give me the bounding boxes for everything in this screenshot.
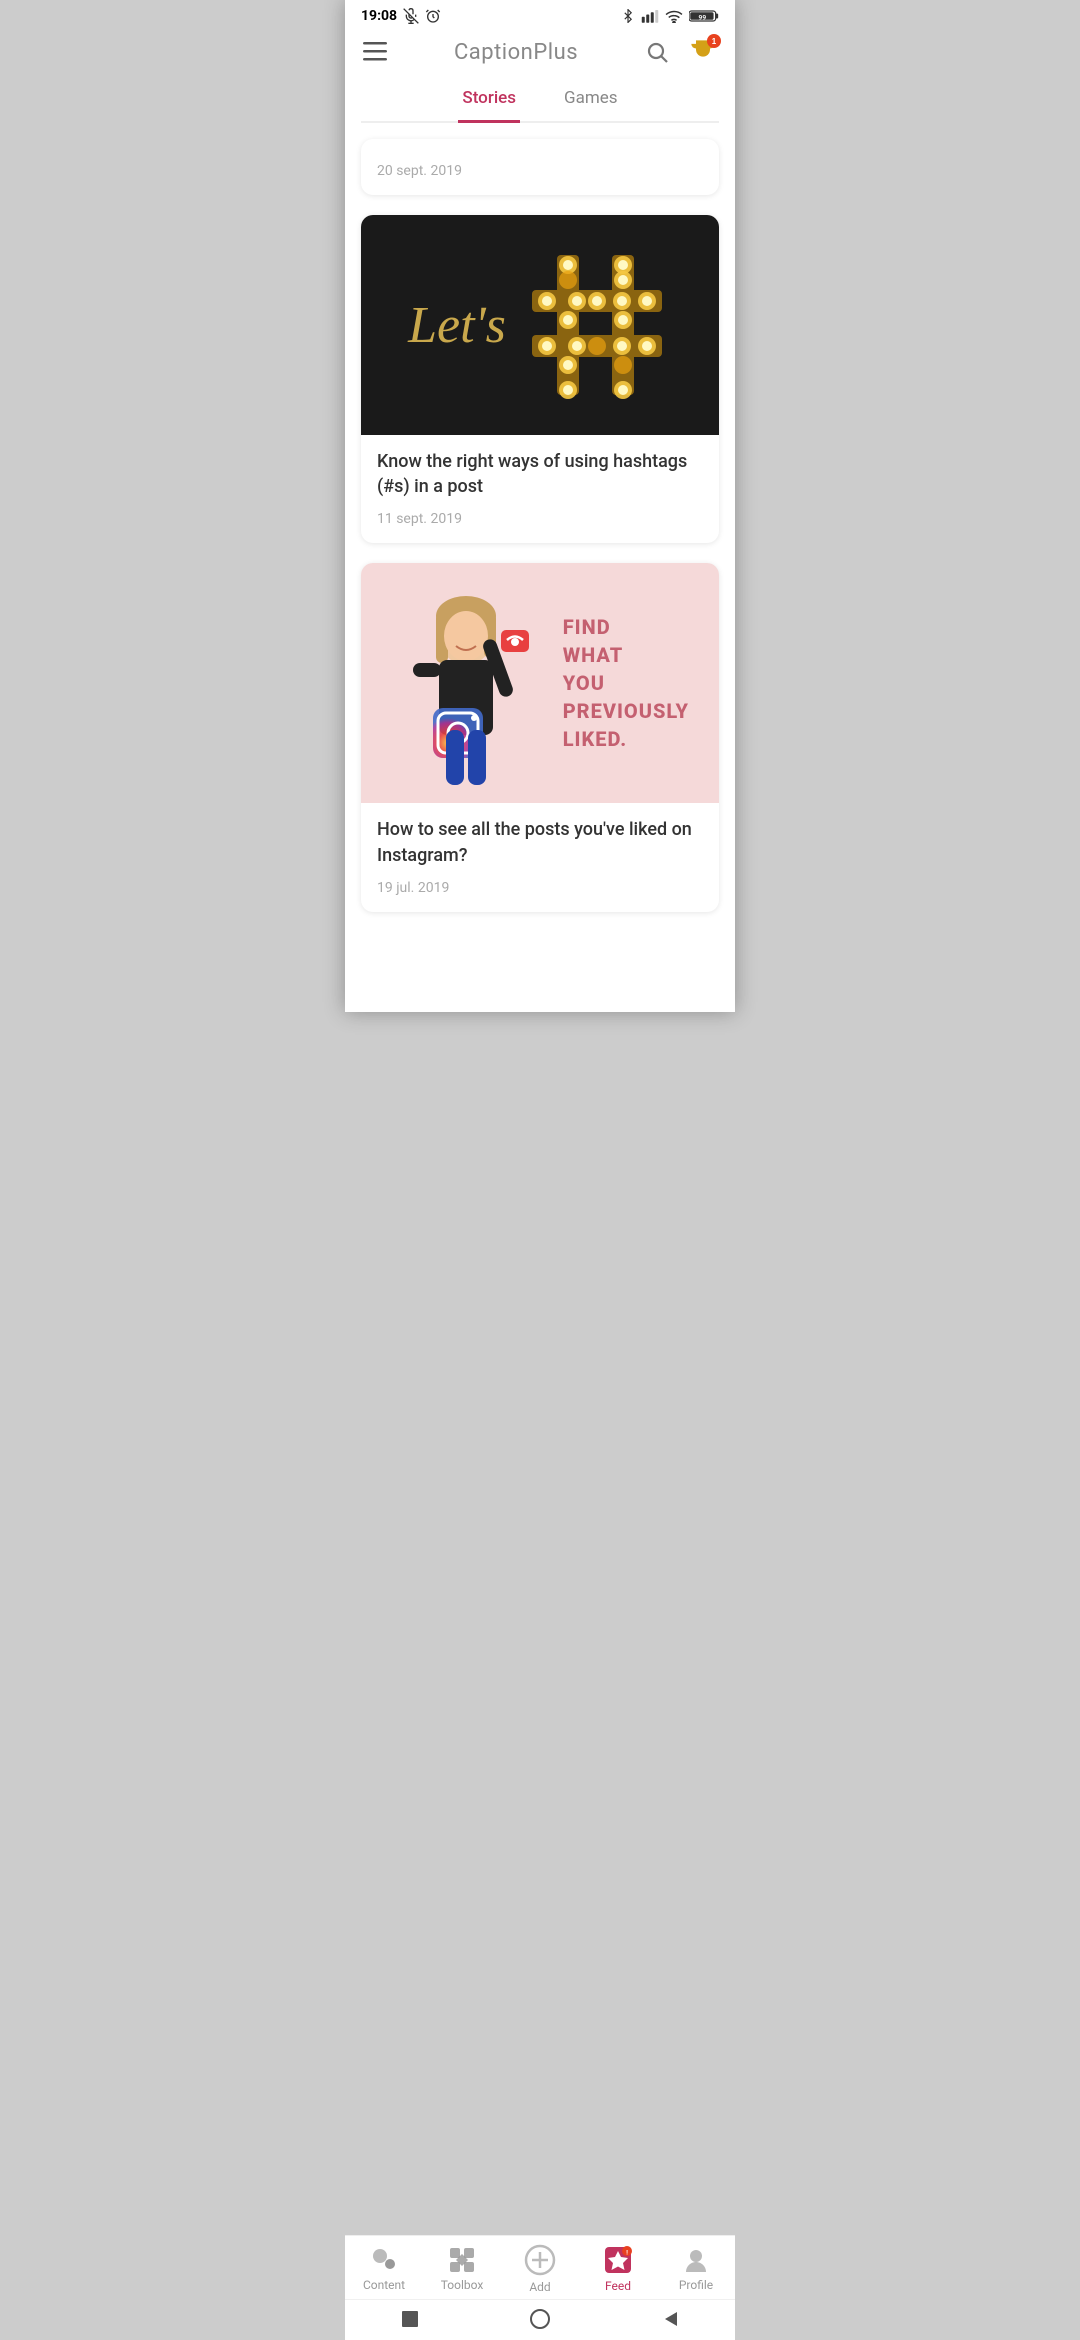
nav-toolbox[interactable]: Toolbox <box>432 2246 492 2292</box>
person-svg <box>391 578 541 788</box>
hashtag-card-title: Know the right ways of using hashtags (#… <box>361 435 719 503</box>
instagram-card-image: FIND WHAT YOU PREVIOUSLY LIKED. <box>361 563 719 803</box>
tab-stories[interactable]: Stories <box>458 80 520 123</box>
profile-nav-label: Profile <box>679 2278 713 2292</box>
android-stop-button[interactable] <box>397 2306 423 2332</box>
home-circle-icon <box>529 2308 551 2330</box>
find-text-2: YOU <box>563 670 605 696</box>
toolbox-icon <box>448 2246 476 2274</box>
status-right: 99 <box>621 9 719 23</box>
content-nav-label: Content <box>363 2278 405 2292</box>
feed-icon: ! <box>603 2245 633 2275</box>
partial-card-date: 20 sept. 2019 <box>377 163 703 179</box>
lets-hashtag-container: Let's <box>378 245 702 405</box>
signal-icon <box>641 9 659 23</box>
search-button[interactable] <box>643 38 671 66</box>
toolbox-nav-label: Toolbox <box>441 2278 484 2292</box>
lets-text: Let's <box>408 296 506 355</box>
back-icon <box>659 2308 681 2330</box>
hashtag-story-card[interactable]: Let's <box>361 215 719 543</box>
nav-add[interactable]: Add <box>510 2244 570 2294</box>
find-text-4: LIKED. <box>563 726 628 752</box>
trophy-icon-wrap: 1 <box>689 38 717 66</box>
hashtag-card-date: 11 sept. 2019 <box>361 511 719 543</box>
find-text-3: PREVIOUSLY <box>563 698 689 724</box>
android-home-button[interactable] <box>527 2306 553 2332</box>
hamburger-icon <box>363 42 387 62</box>
menu-button[interactable] <box>361 40 389 64</box>
wifi-icon <box>665 9 683 23</box>
find-text-0: FIND <box>563 614 611 640</box>
trophy-badge: 1 <box>707 34 721 48</box>
hashtag-card-image: Let's <box>361 215 719 435</box>
battery-icon: 99 <box>689 9 719 23</box>
find-text-1: WHAT <box>563 642 624 668</box>
nav-profile[interactable]: Profile <box>666 2246 726 2292</box>
instagram-card-title: How to see all the posts you've liked on… <box>361 803 719 871</box>
profile-icon <box>682 2246 710 2274</box>
hashtag-bulbs-svg <box>522 245 672 405</box>
instagram-story-card[interactable]: FIND WHAT YOU PREVIOUSLY LIKED. How to s… <box>361 563 719 911</box>
find-text-block: FIND WHAT YOU PREVIOUSLY LIKED. <box>563 614 689 752</box>
status-left: 19:08 <box>361 8 441 24</box>
nav-content[interactable]: Content <box>354 2246 414 2292</box>
stop-icon <box>399 2308 421 2330</box>
app-header: CaptionPlus 1 <box>345 28 735 80</box>
bottom-nav: Content Toolbox Add <box>345 2235 735 2304</box>
svg-text:99: 99 <box>699 14 707 22</box>
app-title: CaptionPlus <box>454 40 578 65</box>
alarm-icon <box>425 8 441 24</box>
tab-games[interactable]: Games <box>560 80 622 123</box>
tabs: Stories Games <box>361 80 719 123</box>
trophy-button[interactable]: 1 <box>687 36 719 68</box>
android-back-button[interactable] <box>657 2306 683 2332</box>
partial-story-card[interactable]: 20 sept. 2019 <box>361 139 719 195</box>
status-time: 19:08 <box>361 8 397 24</box>
android-nav-bar <box>345 2299 735 2340</box>
header-icons: 1 <box>643 36 719 68</box>
mute-icon <box>403 8 419 24</box>
content-icon <box>370 2246 398 2274</box>
nav-feed[interactable]: ! Feed <box>588 2245 648 2293</box>
status-bar: 19:08 <box>345 0 735 28</box>
search-icon <box>645 40 669 64</box>
add-icon <box>524 2244 556 2276</box>
feed-nav-label: Feed <box>605 2279 631 2293</box>
bluetooth-icon <box>621 9 635 23</box>
instagram-card-date: 19 jul. 2019 <box>361 880 719 912</box>
content-area: 20 sept. 2019 Let's <box>345 123 735 1012</box>
add-nav-label: Add <box>529 2280 550 2294</box>
